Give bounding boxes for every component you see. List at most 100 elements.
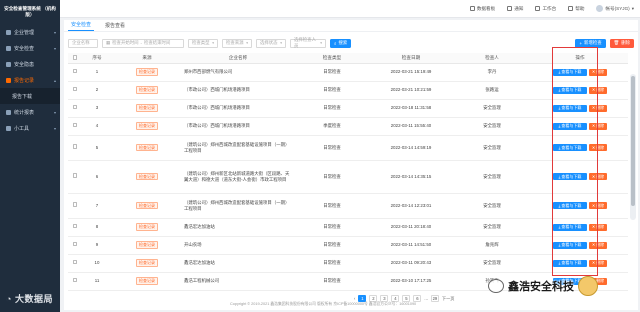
page-button[interactable]: 4 [391,295,400,302]
search-button[interactable]: ⌕ 搜索 [330,38,352,48]
sidebar-item-statistics[interactable]: 统计报表 ▾ [0,104,60,120]
tab-bar: 安全检查 报告查看 [64,20,638,32]
scrollbar-thumb[interactable] [631,76,635,206]
row-select-cell[interactable] [68,218,82,237]
tab-report-view[interactable]: 报告查看 [102,22,128,31]
view-download-button[interactable]: ⤓ 查看与下载 [553,68,587,76]
inspection-source-select[interactable]: 检查来源 ▾ [222,38,252,48]
row-checkbox[interactable] [72,68,78,74]
topbar-workbench[interactable]: 工作台 [535,6,556,12]
cell-inspector: 詹兆辉 [452,236,532,255]
page-button[interactable]: 3 [380,295,389,302]
row-checkbox[interactable] [72,173,78,178]
row-select-cell[interactable] [68,193,82,219]
cell-inspector: 安全监理 [452,135,532,161]
row-select-cell[interactable] [68,99,82,118]
cell-source: 检查记录 [112,117,182,136]
topbar-workbench-label: 工作台 [542,5,557,11]
view-download-label: 查看与下载 [561,242,582,248]
cell-no: 5 [82,135,112,161]
delete-row-button[interactable]: ✕删除 [589,173,607,180]
company-name-input[interactable]: 企业名称 [68,38,98,48]
delete-row-button[interactable]: ✕删除 [589,104,607,112]
date-range-picker[interactable]: ▦ 检查开始时间 - 检查结束时间 [102,38,184,48]
row-checkbox[interactable] [72,202,78,207]
delete-row-button[interactable]: ✕删除 [589,86,607,94]
cell-inspector: 李丹 [452,63,532,82]
row-select-cell[interactable] [68,236,82,255]
inspection-table: 序号 来源 企业名称 检查类型 检查日期 检查人 操作 1 检查记录 郑州市西部燃气… [68,53,628,291]
vertical-scrollbar[interactable] [630,74,636,220]
cell-actions: ⤓查看与下载✕删除 [532,81,628,100]
topbar-help[interactable]: 帮助 [568,6,584,12]
page-button[interactable]: 6 [413,295,422,302]
view-download-button[interactable]: ⤓ 查看与下载 [553,202,587,209]
delete-row-button[interactable]: ✕删除 [589,68,607,76]
bulk-delete-button[interactable]: 🗑 删除 [609,38,634,48]
row-checkbox[interactable] [72,144,78,149]
select-all-cell[interactable] [68,53,82,64]
page-button[interactable]: 5 [402,295,411,302]
add-inspection-button[interactable]: + 新增检查 [575,38,606,48]
source-tag: 检查记录 [136,277,158,285]
row-select-cell[interactable] [68,81,82,100]
view-download-button[interactable]: ⤓ 查看与下载 [553,173,587,180]
row-select-cell[interactable] [68,63,82,82]
status-select[interactable]: 选择状态 ▾ [256,38,286,48]
cell-date: 2022-03-21 10:21:59 [370,81,452,100]
sidebar-subitem-report-download[interactable]: 报告下载 [0,88,60,104]
row-checkbox[interactable] [72,259,78,265]
sidebar-item-report[interactable]: 报告记录 ▴ [0,72,60,88]
row-select-cell[interactable] [68,117,82,136]
sidebar-item-company[interactable]: 企业管理 ▾ [0,24,60,40]
row-checkbox[interactable] [72,241,78,247]
row-checkbox[interactable] [72,104,78,110]
page-button[interactable]: 1 [358,295,367,302]
cell-company: 鑫浩工程机械公司 [182,272,294,291]
view-download-label: 查看与下载 [561,105,582,111]
view-download-button[interactable]: ⤓ 查看与下载 [553,104,587,112]
delete-row-button[interactable]: ✕删除 [589,223,607,231]
cell-company: （市政公司）西城门机场港路项目 [182,99,294,118]
source-tag: 检查记录 [136,143,158,152]
topbar-account[interactable]: 帐号(SYJG) ▾ [596,5,634,12]
col-header-company: 企业名称 [182,53,294,64]
view-download-button[interactable]: ⤓ 查看与下载 [553,241,587,249]
next-page-link[interactable]: 下一页 [442,296,455,302]
view-download-button[interactable]: ⤓ 查看与下载 [553,86,587,94]
inspection-type-select[interactable]: 检查类型 ▾ [188,38,218,48]
cell-company: 鑫浩宏达加油站 [182,218,294,237]
row-checkbox[interactable] [72,277,78,283]
delete-row-button[interactable]: ✕删除 [589,202,607,209]
watermark-right-text: 鑫浩安全科技 [508,281,574,293]
row-select-cell[interactable] [68,272,82,291]
tab-inspection[interactable]: 安全检查 [68,21,95,31]
view-download-button[interactable]: ⤓ 查看与下载 [553,122,587,130]
filter-bar: 企业名称 ▦ 检查开始时间 - 检查结束时间 检查类型 ▾ 检查来源 ▾ 选择状… [68,37,634,49]
prev-page-icon[interactable]: ‹ [354,296,355,301]
topbar-dashboard[interactable]: 数据看板 [469,6,495,12]
cell-type: 日常检查 [294,193,370,219]
row-checkbox[interactable] [72,223,78,229]
view-download-button[interactable]: ⤓ 查看与下载 [553,223,587,231]
topbar-notifications[interactable]: 通知 [507,6,523,12]
row-checkbox[interactable] [72,86,78,92]
page-button[interactable]: 2 [369,295,378,302]
sidebar-item-tools[interactable]: 小工具 ▾ [0,120,60,136]
row-checkbox[interactable] [72,122,78,128]
sidebar-item-hazard[interactable]: 安全隐患 [0,56,60,72]
cell-no: 9 [82,236,112,255]
row-select-cell[interactable] [68,135,82,161]
delete-row-button[interactable]: ✕删除 [589,122,607,130]
delete-row-button[interactable]: ✕删除 [589,144,607,151]
inspector-select[interactable]: 选择检查人员 ▾ [290,37,326,48]
select-all-checkbox[interactable] [72,55,78,60]
calendar-icon: ▦ [106,40,111,45]
delete-row-button[interactable]: ✕删除 [589,241,607,249]
row-select-cell[interactable] [68,160,82,194]
page-button[interactable]: 29 [430,295,439,302]
sidebar-item-inspection[interactable]: 安全检查 ▾ [0,40,60,56]
row-select-cell[interactable] [68,254,82,273]
delete-row-label: 删除 [596,173,605,179]
view-download-button[interactable]: ⤓ 查看与下载 [553,144,587,151]
